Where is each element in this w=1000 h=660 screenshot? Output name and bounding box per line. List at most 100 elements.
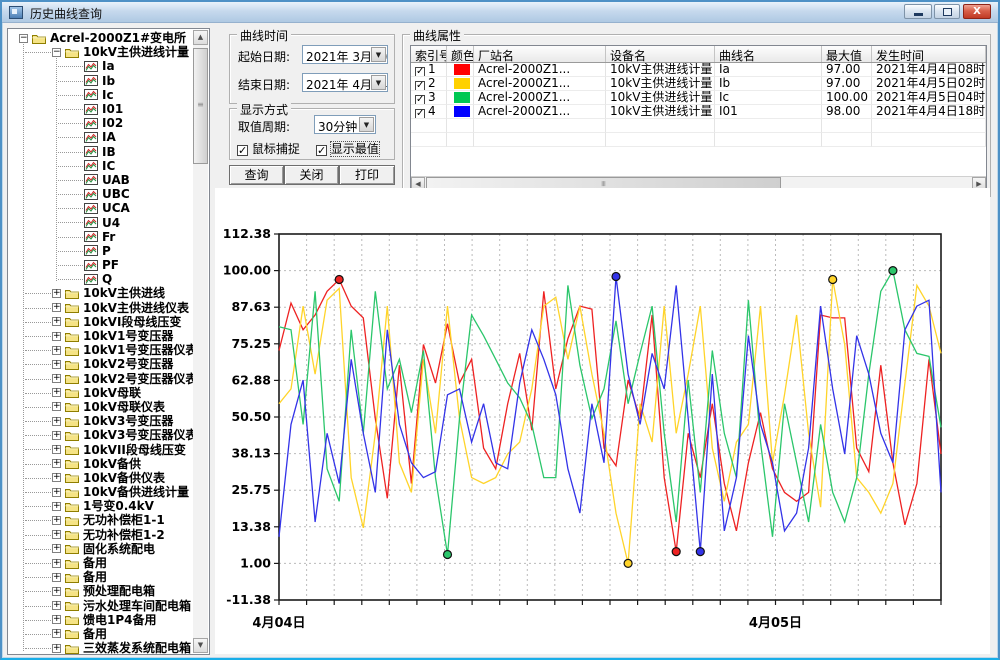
tree-item[interactable]: Ib xyxy=(9,74,194,88)
checkbox-check-icon[interactable]: ✓ xyxy=(237,145,248,156)
tree-item[interactable]: +10kV备供进线计量 xyxy=(9,485,194,499)
chevron-down-icon[interactable]: ▼ xyxy=(371,47,386,62)
tree-item[interactable]: +馈电1P4备用 xyxy=(9,613,194,627)
tree-item[interactable]: +预处理配电箱 xyxy=(9,584,194,598)
expand-icon[interactable]: + xyxy=(52,374,61,383)
column-header[interactable]: 颜色 xyxy=(447,46,474,62)
tree-item[interactable]: +10kV备供仪表 xyxy=(9,471,194,485)
expand-icon[interactable]: + xyxy=(52,303,61,312)
column-header[interactable]: 最大值 xyxy=(822,46,872,62)
tree-item[interactable]: +三效蒸发系统配电箱 xyxy=(9,641,194,655)
table-row[interactable]: ✓1Acrel-2000Z1...10kV主供进线计量Ia97.002021年4… xyxy=(411,63,986,77)
expand-icon[interactable]: + xyxy=(52,544,61,553)
column-header[interactable]: 设备名 xyxy=(606,46,715,62)
collapse-icon[interactable]: − xyxy=(19,34,28,43)
row-checkbox[interactable]: ✓ xyxy=(415,67,425,77)
tree-item[interactable]: Ia xyxy=(9,59,194,73)
table-header[interactable]: 索引号颜色厂站名设备名曲线名最大值发生时间 xyxy=(411,46,986,63)
expand-icon[interactable]: + xyxy=(52,559,61,568)
tree-item[interactable]: P xyxy=(9,244,194,258)
show-extremes-checkbox[interactable]: ✓ 显示最值 xyxy=(316,140,379,157)
tree-item[interactable]: UCA xyxy=(9,201,194,215)
period-combo[interactable]: 30分钟 ▼ xyxy=(314,115,376,134)
table-row[interactable]: ✓3Acrel-2000Z1...10kV主供进线计量Ic100.002021年… xyxy=(411,91,986,105)
expand-icon[interactable]: + xyxy=(52,445,61,454)
row-checkbox[interactable]: ✓ xyxy=(415,109,425,119)
tree-item[interactable]: +10kV3号变压器仪表 xyxy=(9,428,194,442)
tree-item[interactable]: +10kV1号变压器仪表 xyxy=(9,343,194,357)
tree-item[interactable]: Fr xyxy=(9,230,194,244)
column-header[interactable]: 厂站名 xyxy=(474,46,606,62)
tree-item[interactable]: +1号变0.4kV xyxy=(9,499,194,513)
print-button[interactable]: 打印 xyxy=(339,165,395,185)
expand-icon[interactable]: + xyxy=(52,317,61,326)
row-checkbox[interactable]: ✓ xyxy=(415,81,425,91)
tree-item[interactable]: U4 xyxy=(9,215,194,229)
tree-scrollbar-thumb[interactable]: ≡ xyxy=(193,48,208,164)
chevron-down-icon[interactable]: ▼ xyxy=(359,117,374,132)
tree-item[interactable]: I01 xyxy=(9,102,194,116)
tree-item[interactable]: I02 xyxy=(9,116,194,130)
tree-item[interactable]: +备用 xyxy=(9,627,194,641)
expand-icon[interactable]: + xyxy=(52,473,61,482)
tree-item[interactable]: −10kV主供进线计量 xyxy=(9,45,194,59)
expand-icon[interactable]: + xyxy=(52,615,61,624)
expand-icon[interactable]: + xyxy=(52,516,61,525)
end-date-combo[interactable]: 2021年 4月14 ▼ xyxy=(302,73,388,92)
expand-icon[interactable]: + xyxy=(52,530,61,539)
expand-icon[interactable]: + xyxy=(52,629,61,638)
tree-item[interactable]: IB xyxy=(9,145,194,159)
tree-item[interactable]: +无功补偿柜1-2 xyxy=(9,528,194,542)
chevron-down-icon[interactable]: ▼ xyxy=(371,75,386,90)
close-button[interactable]: X xyxy=(963,4,991,19)
minimize-button[interactable] xyxy=(904,4,932,19)
expand-icon[interactable]: + xyxy=(52,488,61,497)
tree-item[interactable]: +备用 xyxy=(9,556,194,570)
expand-icon[interactable]: + xyxy=(52,388,61,397)
column-header[interactable]: 索引号 xyxy=(411,46,447,62)
tree-scrollbar[interactable]: ▲ ≡ ▼ xyxy=(193,30,208,653)
expand-icon[interactable]: + xyxy=(52,431,61,440)
row-checkbox[interactable]: ✓ xyxy=(415,95,425,105)
close-dialog-button[interactable]: 关闭 xyxy=(284,165,339,185)
tree-item[interactable]: UBC xyxy=(9,187,194,201)
tree-item[interactable]: +10kV主供进线仪表 xyxy=(9,301,194,315)
tree-item[interactable]: +固化系统配电 xyxy=(9,542,194,556)
query-button[interactable]: 查询 xyxy=(229,165,284,185)
tree-item[interactable]: +污水处理车间配电箱 xyxy=(9,599,194,613)
collapse-icon[interactable]: − xyxy=(52,48,61,57)
column-header[interactable]: 发生时间 xyxy=(872,46,986,62)
column-header[interactable]: 曲线名 xyxy=(715,46,822,62)
tree-item[interactable]: +10kV主供进线 xyxy=(9,286,194,300)
tree-item[interactable]: +10kV备供 xyxy=(9,457,194,471)
tree-item[interactable]: UAB xyxy=(9,173,194,187)
tree-item[interactable]: +10kVII段母线压变 xyxy=(9,442,194,456)
tree-item[interactable]: +无功补偿柜1-1 xyxy=(9,513,194,527)
mouse-capture-checkbox[interactable]: ✓ 鼠标捕捉 xyxy=(237,140,300,157)
expand-icon[interactable]: + xyxy=(52,360,61,369)
tree-item[interactable]: +10kV3号变压器 xyxy=(9,414,194,428)
tree-item[interactable]: +备用 xyxy=(9,570,194,584)
title-bar[interactable]: 历史曲线查询 X xyxy=(2,2,998,23)
tree-item[interactable]: +10kVI段母线压变 xyxy=(9,315,194,329)
tree-item[interactable]: PF xyxy=(9,258,194,272)
expand-icon[interactable]: + xyxy=(52,289,61,298)
expand-icon[interactable]: + xyxy=(52,573,61,582)
expand-icon[interactable]: + xyxy=(52,601,61,610)
tree-item[interactable]: +10kV母联仪表 xyxy=(9,400,194,414)
expand-icon[interactable]: + xyxy=(52,587,61,596)
expand-icon[interactable]: + xyxy=(52,502,61,511)
expand-icon[interactable]: + xyxy=(52,332,61,341)
expand-icon[interactable]: + xyxy=(52,346,61,355)
table-row[interactable]: ✓2Acrel-2000Z1...10kV主供进线计量Ib97.002021年4… xyxy=(411,77,986,91)
expand-icon[interactable]: + xyxy=(52,402,61,411)
tree-item[interactable]: IA xyxy=(9,130,194,144)
start-date-combo[interactable]: 2021年 3月30 ▼ xyxy=(302,45,388,64)
expand-icon[interactable]: + xyxy=(52,417,61,426)
tree-item[interactable]: +10kV母联 xyxy=(9,386,194,400)
expand-icon[interactable]: + xyxy=(52,459,61,468)
tree-item[interactable]: +10kV2号变压器仪表 xyxy=(9,372,194,386)
scroll-up-icon[interactable]: ▲ xyxy=(193,30,208,45)
table-row[interactable]: ✓4Acrel-2000Z1...10kV主供进线计量I0198.002021年… xyxy=(411,105,986,119)
tree-item[interactable]: IC xyxy=(9,159,194,173)
